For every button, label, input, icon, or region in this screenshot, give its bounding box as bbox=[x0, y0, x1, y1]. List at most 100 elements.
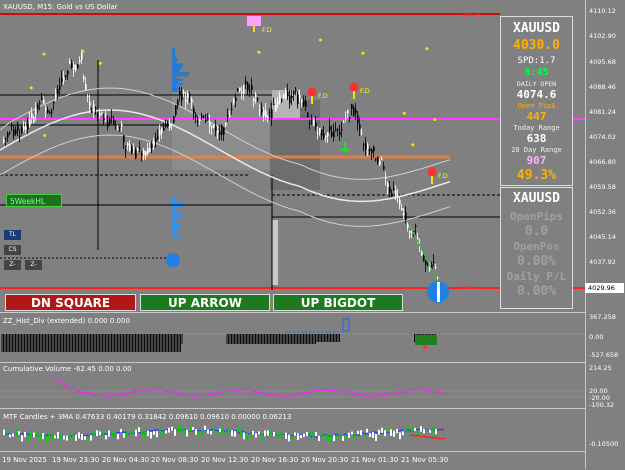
mtf-scale: -0.10500 bbox=[589, 440, 619, 448]
candle-body bbox=[29, 119, 31, 126]
up-arrow-button[interactable]: UP ARROW bbox=[140, 294, 270, 311]
price-chart-canvas[interactable] bbox=[0, 0, 585, 311]
candle-body bbox=[103, 118, 105, 121]
candle-body bbox=[277, 101, 279, 105]
main-chart[interactable]: XAUUSD, M15: Gold vs US Dollar W4-H W4-L… bbox=[0, 0, 585, 311]
candle-body bbox=[35, 108, 37, 115]
candle-body bbox=[317, 132, 319, 134]
subwindow-cumulative-volume[interactable]: Cumulative Volume -62.45 0.00 0.00 bbox=[0, 362, 585, 409]
mtf-candle bbox=[66, 435, 68, 441]
mtf-candle bbox=[252, 430, 254, 435]
blue-profile-bar bbox=[172, 217, 177, 220]
candle-body bbox=[383, 165, 385, 170]
subwindow-zz-hist-div[interactable]: ZZ_Hist_Div (extended) 0.000 0.000 bbox=[0, 312, 585, 363]
mtf-candle bbox=[42, 433, 44, 439]
price-scale[interactable]: 4110.12 4102.90 4095.68 4088.46 4081.24 … bbox=[585, 0, 625, 469]
time-label-7: 21 Nov 01:30 bbox=[351, 456, 399, 464]
toggle-tl[interactable]: TL bbox=[4, 230, 21, 240]
mtf-candle bbox=[21, 435, 23, 442]
mtf-candle bbox=[234, 431, 236, 437]
candle-body bbox=[155, 138, 157, 142]
candle-body bbox=[11, 125, 13, 127]
candle-body bbox=[331, 132, 333, 136]
mtf-candle bbox=[324, 434, 326, 440]
hist-red-dot bbox=[423, 345, 427, 349]
candle-body bbox=[55, 93, 57, 98]
candle-body bbox=[291, 95, 293, 98]
pos-open-pos: 0.00% bbox=[516, 254, 557, 269]
candle-body bbox=[329, 126, 331, 131]
mtf-candle bbox=[48, 433, 50, 440]
mtf-candle bbox=[330, 435, 332, 442]
mtf-candle bbox=[396, 429, 398, 434]
candle-body bbox=[253, 98, 255, 102]
subwindow-mtf-candles[interactable]: MTF Candles + 3MA 0.47633 0.40179 0.3184… bbox=[0, 408, 585, 452]
yellow-dot-marker bbox=[29, 86, 33, 90]
mtf-candle bbox=[138, 427, 140, 433]
mtf-candle bbox=[351, 431, 353, 435]
mtf-candle bbox=[414, 427, 416, 432]
dn-square-button[interactable]: DN SQUARE bbox=[5, 294, 136, 311]
mtf-candle bbox=[87, 435, 89, 440]
candle-body bbox=[37, 105, 39, 110]
mtf-candle bbox=[228, 429, 230, 433]
candle-body bbox=[287, 91, 289, 97]
info-today-range-label: Today Range bbox=[513, 124, 560, 132]
candle-body bbox=[131, 146, 133, 154]
up-bigdot-button[interactable]: UP BIGDOT bbox=[273, 294, 403, 311]
price-tick-10: 4037.92 bbox=[589, 258, 616, 266]
candle-body bbox=[183, 91, 185, 94]
candle-body bbox=[9, 132, 11, 134]
candle-body bbox=[251, 85, 253, 90]
mtf-candle bbox=[243, 432, 245, 440]
blue-profile-bar bbox=[172, 59, 179, 61]
mtf-candle bbox=[210, 431, 212, 435]
pos-open-pos-label: OpenPos bbox=[513, 240, 560, 253]
candle-body bbox=[33, 116, 35, 123]
hist-green-bar bbox=[415, 335, 437, 345]
mtf-candle bbox=[204, 425, 206, 430]
candle-body bbox=[239, 87, 241, 91]
time-label-2: 20 Nov 04:30 bbox=[102, 456, 150, 464]
candle-body bbox=[91, 110, 93, 113]
five-week-hl-button[interactable]: 5WeekHL bbox=[6, 194, 62, 207]
candle-body bbox=[219, 131, 221, 135]
mtf-candle bbox=[51, 434, 53, 441]
mtf-candle bbox=[108, 430, 110, 437]
candle-body bbox=[391, 193, 393, 197]
candle-body bbox=[333, 131, 335, 137]
mtf-candle bbox=[135, 429, 137, 437]
mtf-candle bbox=[177, 425, 179, 433]
candle-body bbox=[117, 128, 119, 130]
candle-body bbox=[187, 92, 189, 98]
pos-daily-pl: 0.00% bbox=[516, 284, 557, 299]
mtf-candle bbox=[132, 429, 134, 434]
price-tick-4: 4081.24 bbox=[589, 108, 616, 116]
candle-body bbox=[109, 118, 111, 125]
toggle-zoom-out-1[interactable]: Z- bbox=[4, 260, 21, 270]
candle-body bbox=[181, 93, 183, 101]
candle-body bbox=[261, 108, 263, 113]
candle-body bbox=[403, 213, 405, 216]
candle-body bbox=[135, 150, 137, 159]
mtf-candle bbox=[198, 431, 200, 436]
mtf-candle bbox=[426, 429, 428, 433]
candle-body bbox=[415, 225, 417, 227]
toggle-cs[interactable]: CS bbox=[4, 245, 21, 255]
mtf-candle bbox=[276, 432, 278, 436]
candle-body bbox=[203, 116, 205, 118]
mtf-candle bbox=[231, 430, 233, 437]
candle-body bbox=[367, 144, 369, 149]
toggle-zoom-out-2[interactable]: Z- bbox=[25, 260, 42, 270]
blue-profile-bar bbox=[172, 220, 179, 223]
blue-profile-bar bbox=[172, 70, 180, 72]
blue-profile-bar bbox=[172, 67, 181, 70]
blue-profile-bar bbox=[172, 85, 177, 88]
fd-marker bbox=[307, 87, 317, 97]
blue-profile-bar bbox=[172, 87, 180, 90]
candle-body bbox=[63, 77, 65, 81]
candle-body bbox=[249, 90, 251, 92]
mtf-candle bbox=[90, 435, 92, 441]
mtf-candle bbox=[423, 428, 425, 434]
mtf-candle bbox=[129, 431, 131, 435]
